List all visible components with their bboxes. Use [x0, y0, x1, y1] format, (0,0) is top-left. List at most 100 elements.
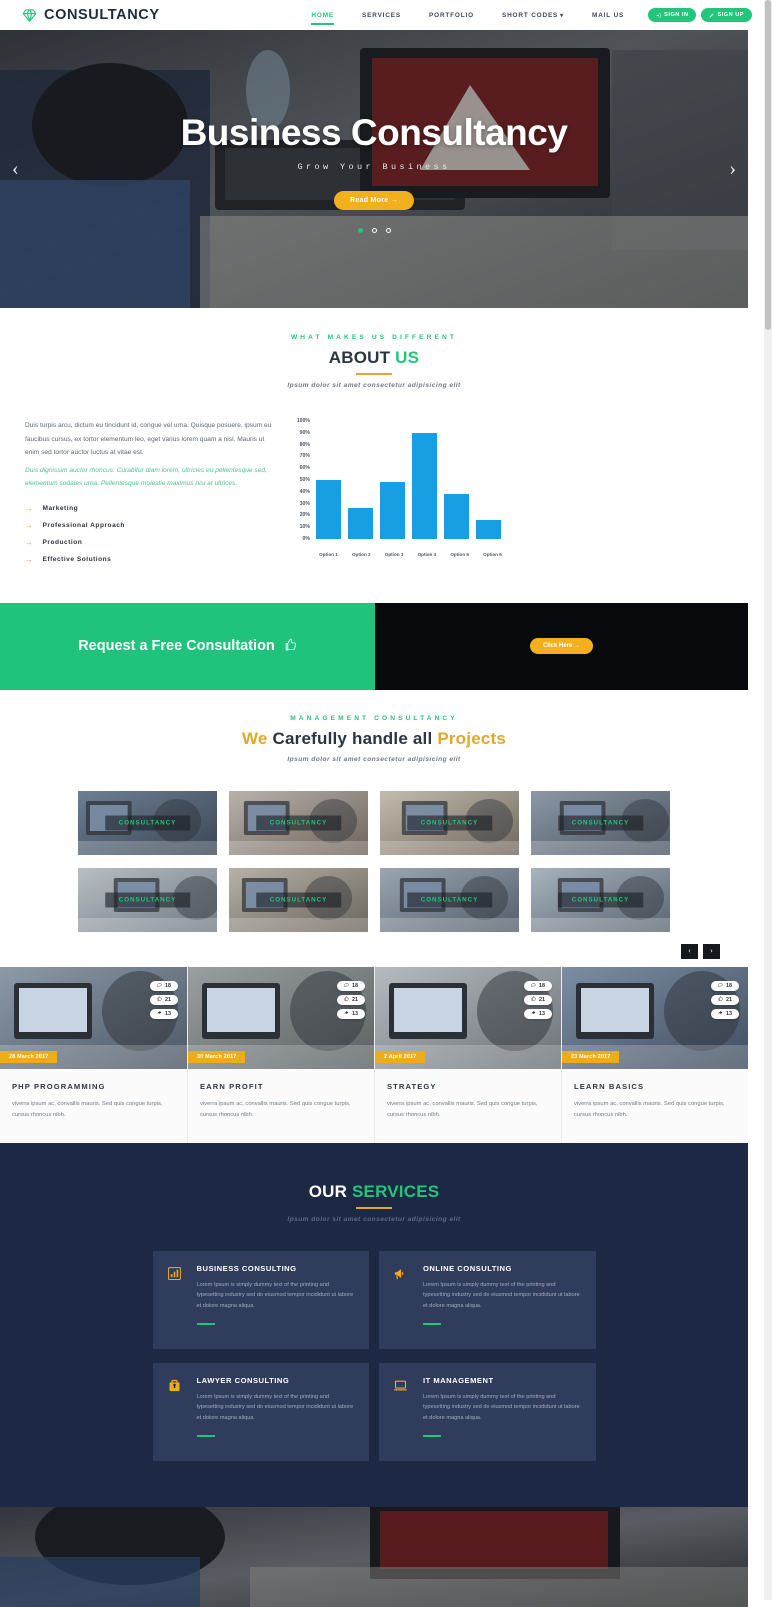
- list-item-label: Production: [42, 539, 83, 547]
- service-card-rule: [423, 1435, 441, 1437]
- about-title-part1: ABOUT: [328, 348, 396, 367]
- blog-comment-count[interactable]: 18: [150, 980, 178, 991]
- about-text-column: Duis turpis arcu, dictum eu tincidunt id…: [22, 419, 272, 573]
- about-body: Duis turpis arcu, dictum eu tincidunt id…: [0, 418, 748, 573]
- chart-bar: [444, 494, 469, 539]
- share-icon: [157, 1010, 162, 1017]
- hero-next-arrow[interactable]: ›: [729, 158, 736, 181]
- share-count-value: 13: [726, 1010, 732, 1017]
- hero-prev-arrow[interactable]: ‹: [12, 158, 19, 181]
- project-card[interactable]: CONSULTANCY: [380, 867, 519, 932]
- blog-comment-count[interactable]: 18: [711, 980, 739, 991]
- chart-bar: [476, 520, 501, 539]
- main-nav: HOME SERVICES PORTFOLIO SHORT CODES ▾ MAI…: [297, 8, 752, 25]
- blog-title: STRATEGY: [387, 1081, 437, 1091]
- project-card[interactable]: CONSULTANCY: [229, 790, 368, 855]
- hero-dot-3[interactable]: [385, 227, 391, 233]
- blog-share-count[interactable]: 13: [711, 1008, 739, 1019]
- briefcase-lock-icon: [167, 1376, 185, 1445]
- project-card[interactable]: CONSULTANCY: [229, 867, 368, 932]
- arrow-right-icon: →: [25, 520, 34, 530]
- project-card[interactable]: CONSULTANCY: [380, 790, 519, 855]
- hero-title: Business Consultancy: [180, 111, 568, 153]
- projects-title: We Carefully handle all Projects: [0, 729, 748, 749]
- blog-body: PHP PROGRAMMING viverra ipsum ac, convall…: [0, 1068, 187, 1143]
- blog-like-count[interactable]: 21: [337, 994, 365, 1005]
- list-item-label: Professional Approach: [42, 522, 125, 530]
- chart-x-tick: Option 4: [417, 552, 437, 557]
- service-card-text: Lorem Ipsum is simply dummy text of the …: [423, 1281, 580, 1310]
- list-item: → Marketing: [25, 504, 272, 513]
- projects-next-button[interactable]: ›: [703, 943, 720, 959]
- blog-excerpt: viverra ipsum ac, convallis mauris. Sed …: [574, 1100, 725, 1118]
- service-card-content: LAWYER CONSULTING Lorem Ipsum is simply d…: [196, 1376, 356, 1445]
- service-card-title: IT MANAGEMENT: [423, 1375, 494, 1385]
- blog-share-count[interactable]: 13: [150, 1008, 178, 1019]
- service-card[interactable]: BUSINESS CONSULTING Lorem Ipsum is simply…: [152, 1250, 369, 1349]
- blog-card[interactable]: 18 21 13 30 March 2017 EARN PROFIT viverra ip…: [187, 966, 374, 1143]
- service-card-text: Lorem Ipsum is simply dummy text of the …: [423, 1393, 580, 1422]
- brand-logo[interactable]: CONSULTANCY: [22, 7, 160, 23]
- services-title-rule: [356, 1206, 392, 1209]
- sign-up-button[interactable]: SIGN UP: [701, 8, 752, 22]
- service-card-content: BUSINESS CONSULTING Lorem Ipsum is simply…: [196, 1264, 356, 1333]
- blog-date-badge: 23 March 2017: [562, 1050, 620, 1063]
- project-card[interactable]: CONSULTANCY: [78, 867, 217, 932]
- projects-eyebrow: MANAGEMENT CONSULTANCY: [290, 714, 458, 722]
- nav-item-services[interactable]: SERVICES: [348, 12, 415, 19]
- about-title-part2: US: [395, 348, 420, 367]
- cta-heading: Request a Free Consultation: [78, 638, 297, 655]
- login-icon: [656, 13, 661, 17]
- service-card[interactable]: ONLINE CONSULTING Lorem Ipsum is simply d…: [379, 1250, 596, 1349]
- blog-comment-count[interactable]: 18: [337, 980, 365, 991]
- service-card-content: ONLINE CONSULTING Lorem Ipsum is simply d…: [423, 1264, 582, 1333]
- blog-like-count[interactable]: 21: [150, 994, 178, 1005]
- blog-share-count[interactable]: 13: [337, 1008, 365, 1019]
- hero-dot-1[interactable]: [357, 227, 363, 233]
- auth-buttons: SIGN IN SIGN UP: [648, 8, 752, 22]
- blog-share-count[interactable]: 13: [524, 1008, 552, 1019]
- list-item: → Production: [25, 538, 272, 547]
- project-card[interactable]: CONSULTANCY: [78, 790, 217, 855]
- nav-label: HOME: [311, 11, 334, 19]
- sign-in-label: SIGN IN: [664, 12, 689, 18]
- hero-dot-2[interactable]: [371, 227, 377, 233]
- about-paragraph-highlight: Duis dignissim auctor rhoncus. Curabitur…: [25, 466, 267, 488]
- blog-like-count[interactable]: 21: [711, 994, 739, 1005]
- comment-icon: [344, 982, 349, 989]
- blog-comment-count[interactable]: 18: [524, 980, 552, 991]
- blog-card[interactable]: 18 21 13 23 March 2017 LEARN BASICS viverra i…: [561, 966, 748, 1143]
- nav-item-short-codes[interactable]: SHORT CODES ▾: [488, 12, 578, 19]
- service-card[interactable]: IT MANAGEMENT Lorem Ipsum is simply dummy…: [379, 1362, 596, 1461]
- projects-title-part2: Carefully handle all: [272, 728, 438, 748]
- edit-icon: [710, 13, 714, 17]
- comment-count-value: 18: [352, 982, 358, 989]
- site-header: CONSULTANCY HOME SERVICES PORTFOLIO SHOR…: [0, 0, 764, 30]
- blog-card[interactable]: 18 21 13 28 March 2017 PHP PROGRAMMING viverr…: [0, 966, 187, 1143]
- project-card[interactable]: CONSULTANCY: [531, 790, 670, 855]
- about-section: WHAT MAKES US DIFFERENT ABOUT US Ipsum d…: [0, 308, 748, 603]
- project-card[interactable]: CONSULTANCY: [531, 867, 670, 932]
- scrollbar-thumb[interactable]: [765, 0, 771, 330]
- chart-bar: [316, 480, 341, 539]
- bar-chart: 100% 90% 80% 70% 60% 50% 40% 30% 20% 10% 0%: [290, 418, 505, 549]
- hero-read-more-button[interactable]: Read More →: [333, 190, 415, 210]
- chart-bar-column: [412, 421, 437, 539]
- blog-stats: 18 21 13: [337, 980, 365, 1019]
- share-count-value: 13: [352, 1010, 358, 1017]
- nav-item-portfolio[interactable]: PORTFOLIO: [415, 12, 488, 19]
- nav-item-mail-us[interactable]: MAIL US: [578, 12, 638, 19]
- service-card[interactable]: LAWYER CONSULTING Lorem Ipsum is simply d…: [152, 1362, 369, 1461]
- sign-in-button[interactable]: SIGN IN: [648, 8, 697, 22]
- service-card-text: Lorem Ipsum is simply dummy text of the …: [196, 1281, 354, 1310]
- cta-click-here-button[interactable]: Click Here →: [529, 638, 594, 655]
- blog-card[interactable]: 18 21 13 2 April 2017 STRATEGY viverra ipsum …: [374, 966, 561, 1143]
- projects-prev-button[interactable]: ‹: [681, 943, 698, 959]
- nav-item-home[interactable]: HOME: [297, 11, 348, 25]
- chart-bar: [348, 508, 373, 539]
- blog-like-count[interactable]: 21: [524, 994, 552, 1005]
- page-scrollbar[interactable]: [764, 0, 772, 1600]
- blog-title: EARN PROFIT: [200, 1081, 264, 1091]
- thumbs-up-icon: [344, 996, 349, 1003]
- blog-excerpt: viverra ipsum ac, convallis mauris. Sed …: [12, 1100, 163, 1118]
